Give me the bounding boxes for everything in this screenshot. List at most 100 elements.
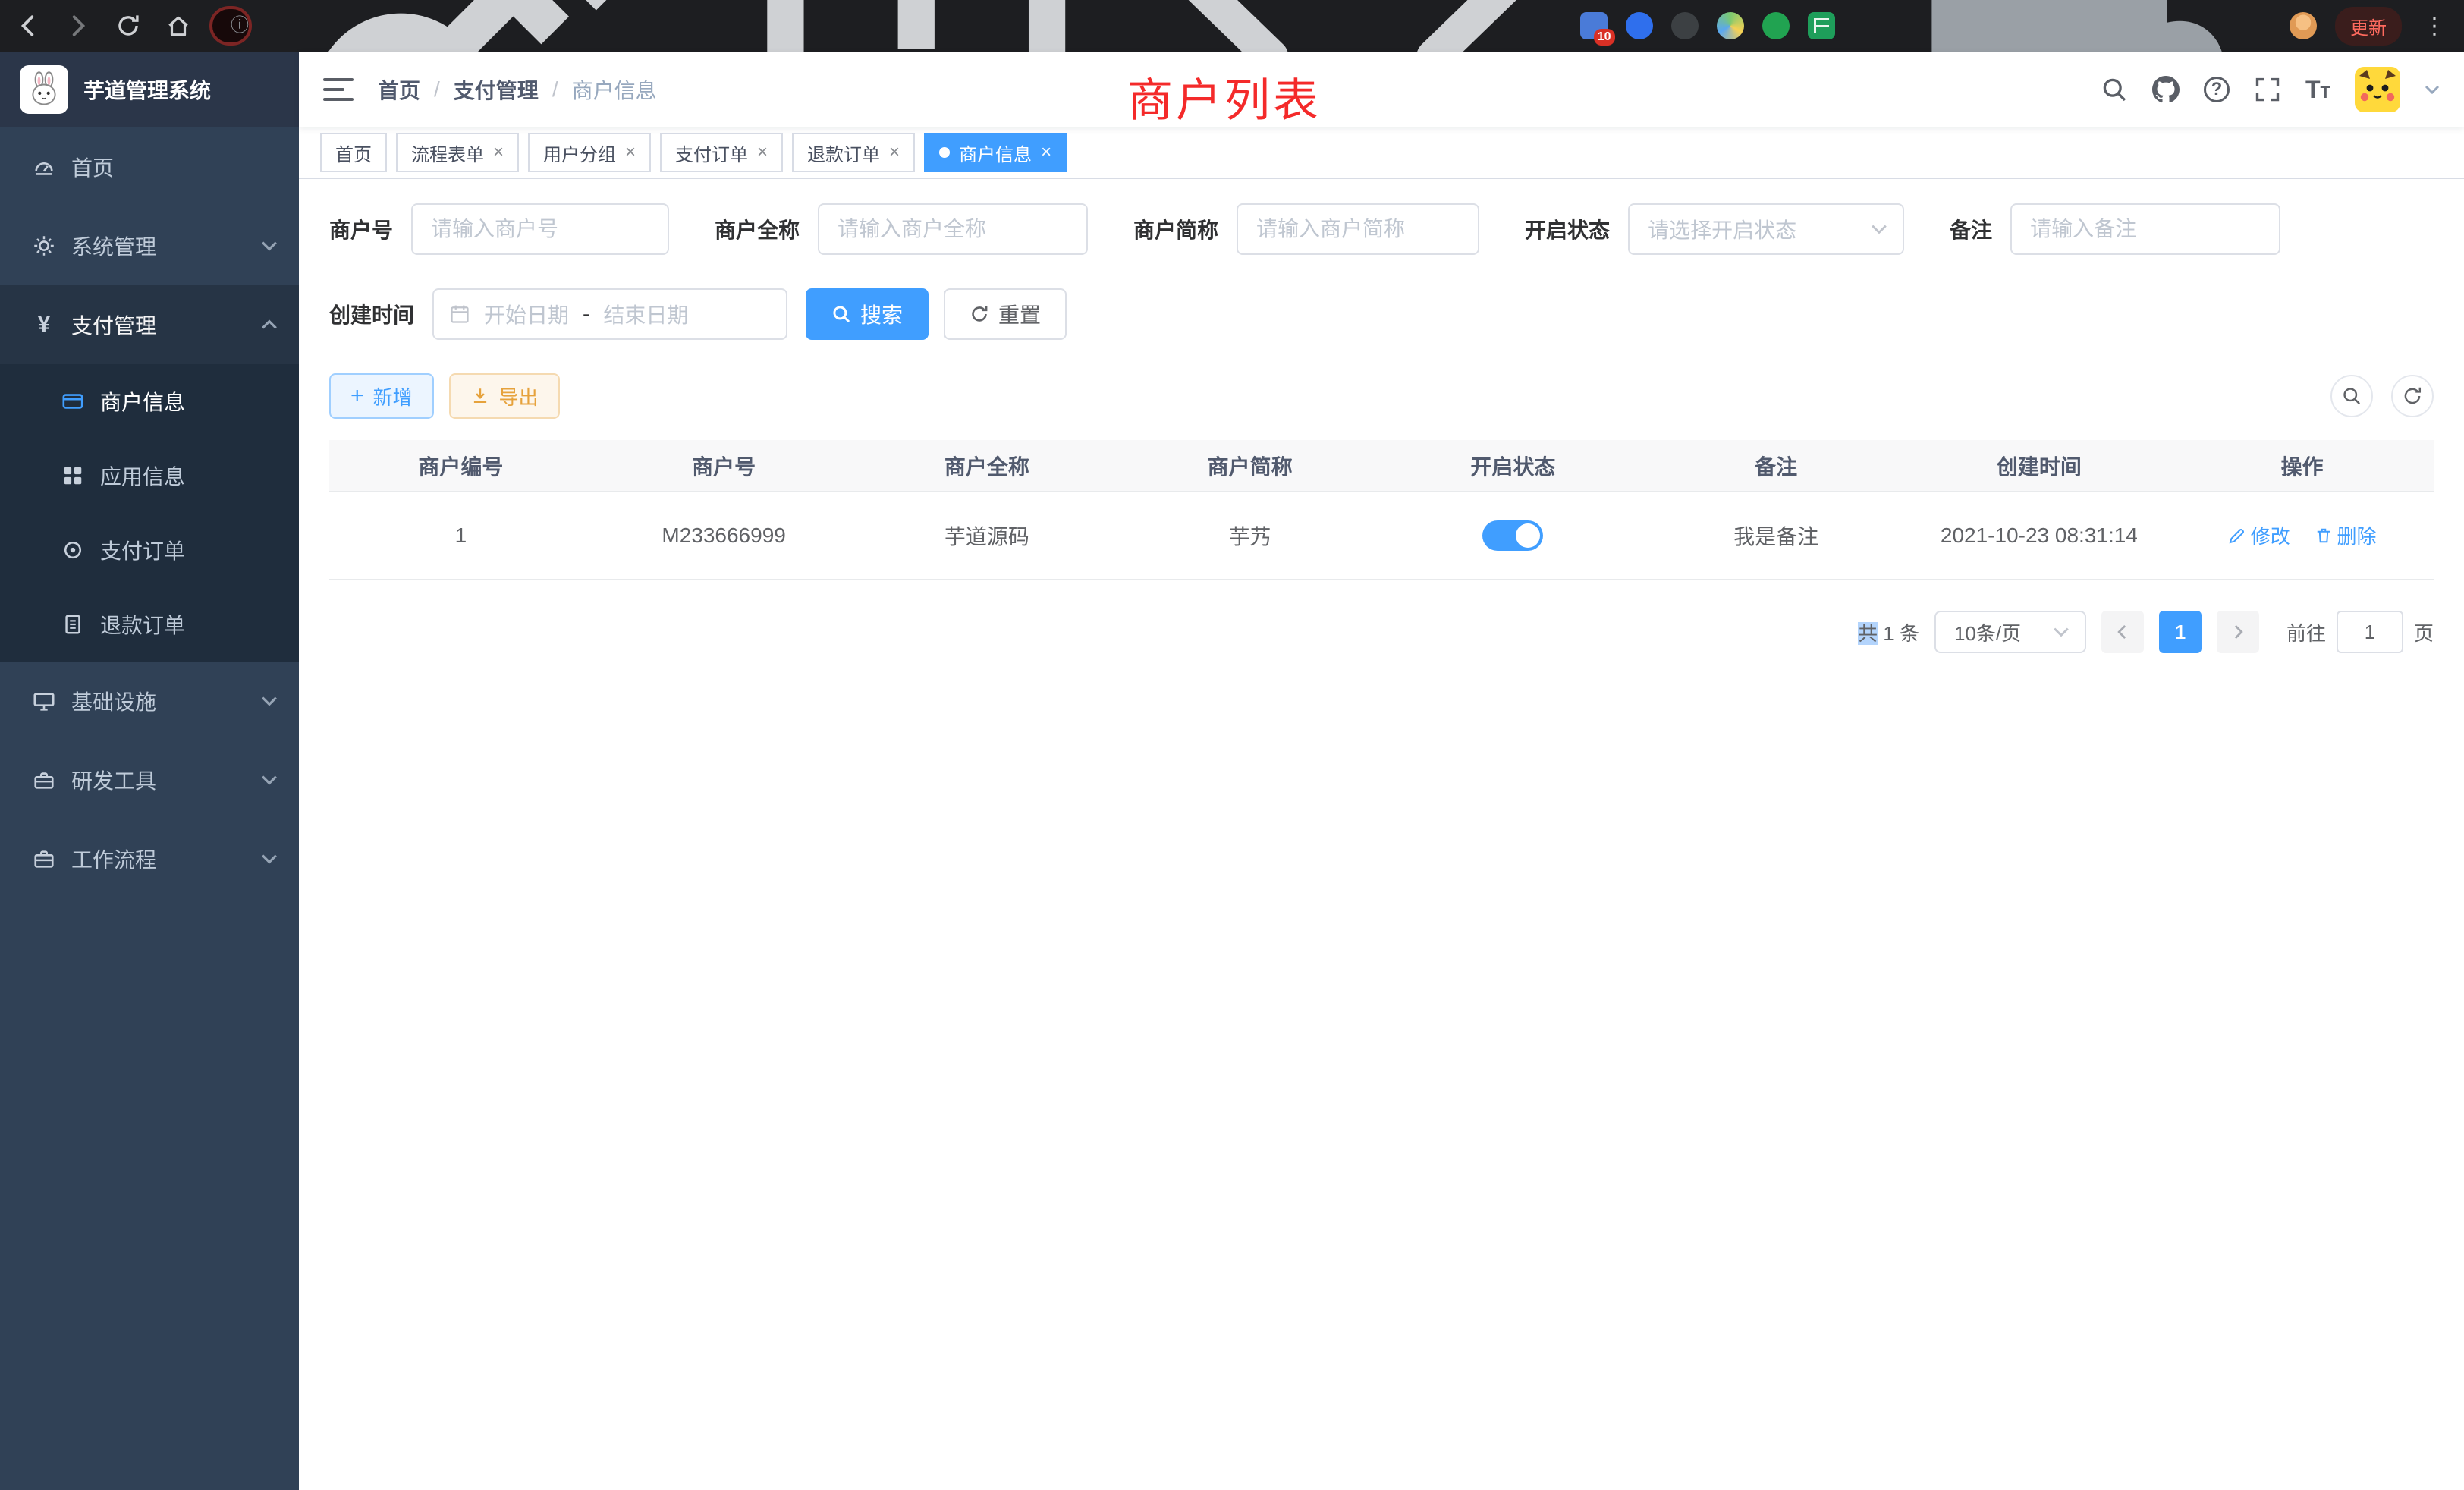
tab-home[interactable]: 首页	[320, 133, 387, 172]
close-icon[interactable]: ×	[889, 143, 900, 162]
app-title: 芋道管理系统	[83, 74, 211, 105]
tab-merchant-info[interactable]: 商户信息×	[924, 133, 1067, 172]
sidebar-item-workflow[interactable]: 工作流程	[0, 819, 299, 898]
reset-button[interactable]: 重置	[944, 288, 1067, 340]
back-icon[interactable]	[15, 13, 41, 39]
tab-refund-orders[interactable]: 退款订单×	[792, 133, 915, 172]
delete-link[interactable]: 删除	[2315, 521, 2377, 549]
status-toggle[interactable]	[1482, 520, 1543, 551]
avatar-caret-icon[interactable]	[2425, 85, 2440, 94]
add-button[interactable]: + 新增	[329, 373, 434, 419]
home-icon[interactable]	[165, 13, 191, 39]
close-icon[interactable]: ×	[625, 143, 636, 162]
profile-avatar-icon[interactable]	[2290, 12, 2317, 39]
page-suffix: 页	[2414, 618, 2434, 646]
close-icon[interactable]: ×	[757, 143, 768, 162]
dashboard-icon	[32, 155, 56, 179]
sidebar-item-label: 工作流程	[71, 844, 156, 874]
sidebar-item-app-info[interactable]: 应用信息	[0, 439, 299, 513]
extension-green-circle-icon[interactable]	[1762, 12, 1790, 39]
user-avatar[interactable]	[2355, 67, 2400, 112]
sidebar-item-label: 支付订单	[100, 535, 185, 565]
reload-icon[interactable]	[115, 13, 141, 39]
merchant-short-input[interactable]	[1237, 203, 1479, 255]
help-icon[interactable]: ?	[2204, 77, 2230, 102]
monitor-icon	[32, 689, 56, 713]
browser-nav	[15, 13, 191, 39]
extension-avatar-icon[interactable]	[1717, 12, 1744, 39]
total-count: 共 1 条	[1858, 618, 1919, 646]
yen-icon: ¥	[32, 313, 56, 337]
extension-drop-icon[interactable]	[1626, 12, 1653, 39]
sidebar-item-pay-orders[interactable]: 支付订单	[0, 513, 299, 587]
page-info-icon[interactable]: ⓘ	[231, 17, 249, 35]
close-icon[interactable]: ×	[493, 143, 504, 162]
table-row: 1 M233666999 芋道源码 芋艿 我是备注 2021-10-23 08:…	[329, 492, 2434, 580]
merchant-short-label: 商户简称	[1133, 214, 1218, 244]
edit-link[interactable]: 修改	[2228, 521, 2290, 549]
download-icon	[470, 386, 490, 406]
status-select[interactable]: 请选择开启状态	[1628, 203, 1904, 255]
export-button[interactable]: 导出	[449, 373, 560, 419]
cell-merchant-id: 1	[329, 492, 592, 580]
search-icon[interactable]	[2101, 76, 2128, 103]
target-icon	[61, 538, 85, 562]
browser-menu-icon[interactable]: ⋮	[2420, 13, 2449, 39]
remark-input[interactable]	[2010, 203, 2280, 255]
merchant-no-input[interactable]	[411, 203, 669, 255]
date-range-picker[interactable]: 开始日期 - 结束日期	[432, 288, 787, 340]
tab-process-form[interactable]: 流程表单×	[396, 133, 519, 172]
page-number-button[interactable]: 1	[2159, 611, 2202, 653]
chevron-down-icon	[1871, 224, 1887, 234]
sidebar-item-label: 研发工具	[71, 765, 156, 795]
sidebar: 芋道管理系统 首页 系统管理 ¥ 支付管理 商户信息	[0, 52, 299, 1490]
breadcrumb-separator: /	[434, 77, 440, 102]
chevron-down-icon	[261, 696, 278, 706]
sidebar-item-refund-orders[interactable]: 退款订单	[0, 587, 299, 662]
extension-puzzle-icon[interactable]: 10	[1580, 12, 1608, 39]
sidebar-item-infra[interactable]: 基础设施	[0, 662, 299, 740]
refresh-table-icon[interactable]	[2391, 375, 2434, 417]
fullscreen-icon[interactable]	[2254, 76, 2281, 103]
col-remark: 备注	[1645, 440, 1908, 492]
sidebar-item-devtools[interactable]: 研发工具	[0, 740, 299, 819]
sidebar-item-payment[interactable]: ¥ 支付管理	[0, 285, 299, 364]
col-merchant-no: 商户号	[592, 440, 856, 492]
show-search-icon[interactable]	[2330, 375, 2373, 417]
page-size-select[interactable]: 10条/页	[1934, 611, 2086, 653]
end-date-placeholder: 结束日期	[603, 299, 688, 329]
sidebar-item-label: 首页	[71, 152, 114, 182]
search-button[interactable]: 搜索	[806, 288, 929, 340]
merchant-name-input[interactable]	[818, 203, 1088, 255]
breadcrumb-current: 商户信息	[572, 74, 657, 105]
table-utils	[2330, 375, 2434, 417]
sidebar-item-merchant-info[interactable]: 商户信息	[0, 364, 299, 439]
breadcrumb-home[interactable]: 首页	[378, 74, 420, 105]
forward-icon[interactable]	[65, 13, 91, 39]
browser-update-button[interactable]: 更新	[2335, 7, 2402, 46]
document-icon	[61, 612, 85, 637]
sidebar-item-home[interactable]: 首页	[0, 127, 299, 206]
next-page-button[interactable]	[2217, 611, 2259, 653]
github-icon[interactable]	[2152, 76, 2180, 103]
rabbit-logo-icon	[20, 65, 68, 114]
refresh-icon	[970, 304, 989, 324]
font-size-icon[interactable]: TT	[2305, 76, 2330, 104]
address-bar[interactable]: ⓘ localhost:1024/pay/merchant	[209, 6, 252, 46]
plus-icon: +	[350, 385, 364, 407]
extension-badge: 10	[1594, 29, 1615, 46]
close-icon[interactable]: ×	[1041, 143, 1051, 162]
cell-create-time: 2021-10-23 08:31:14	[1908, 492, 2171, 580]
sidebar-toggle-icon[interactable]	[323, 78, 354, 101]
breadcrumb-payment[interactable]: 支付管理	[454, 74, 539, 105]
goto-page-input[interactable]	[2337, 611, 2403, 653]
extension-dark-icon[interactable]	[1671, 12, 1699, 39]
tab-user-group[interactable]: 用户分组×	[528, 133, 651, 172]
extension-sheet-icon[interactable]	[1808, 12, 1835, 39]
prev-page-button[interactable]	[2101, 611, 2144, 653]
tab-pay-orders[interactable]: 支付订单×	[660, 133, 783, 172]
merchant-name-label: 商户全称	[715, 214, 800, 244]
remark-label: 备注	[1950, 214, 1992, 244]
sidebar-item-system[interactable]: 系统管理	[0, 206, 299, 285]
sidebar-item-label: 支付管理	[71, 310, 156, 340]
